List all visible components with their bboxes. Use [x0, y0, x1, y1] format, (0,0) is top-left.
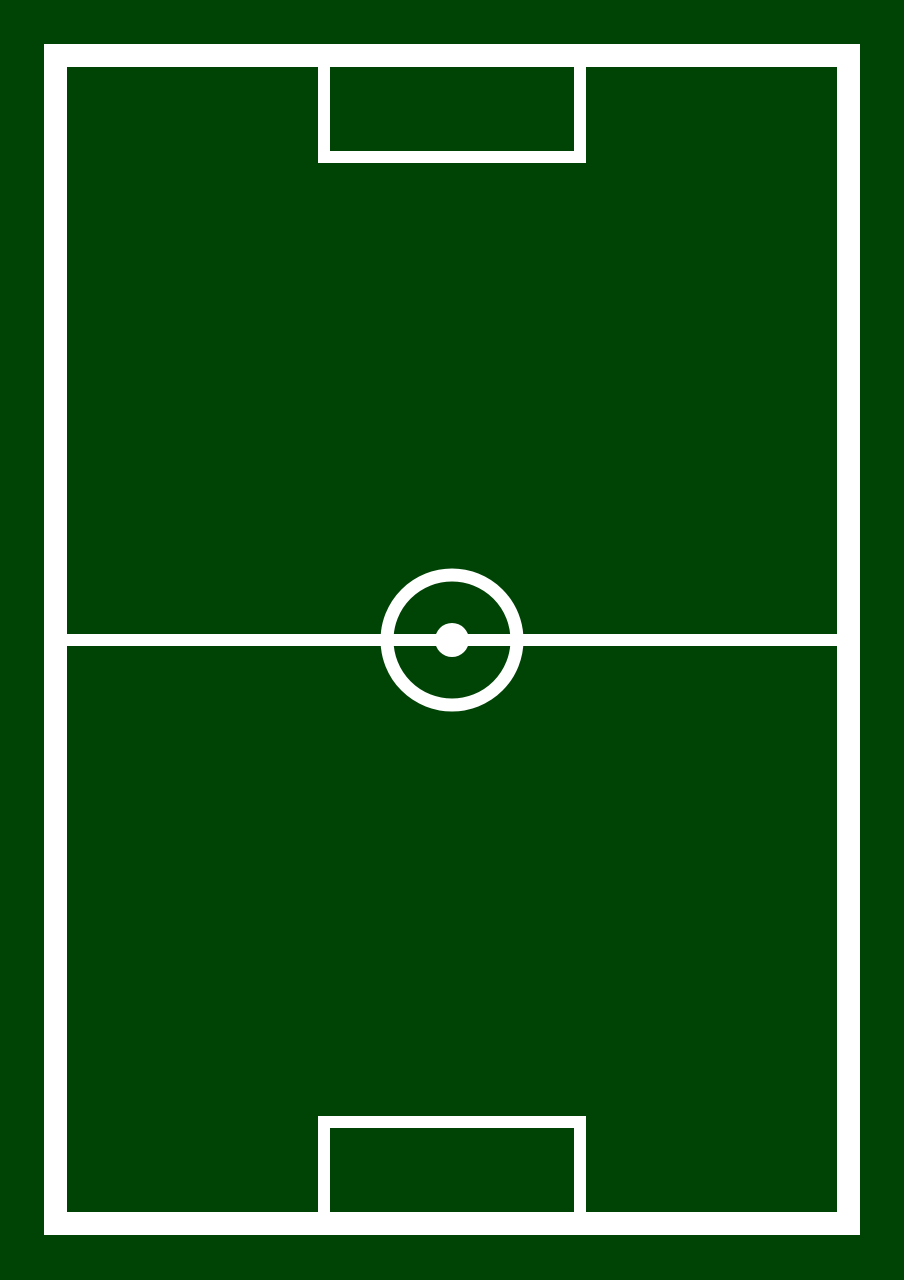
pitch-graphic [0, 0, 904, 1280]
center-spot [435, 623, 469, 657]
football-field-diagram [0, 0, 904, 1280]
